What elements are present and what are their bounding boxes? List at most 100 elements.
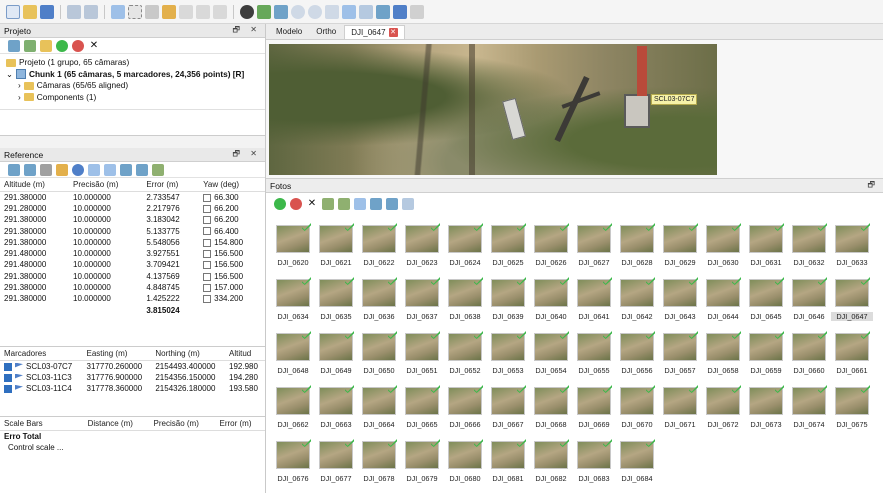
photo-thumbnail[interactable]: DJI_0662 [272, 383, 314, 437]
disable-icon[interactable] [72, 39, 84, 52]
photo-thumbnail[interactable]: DJI_0640 [530, 275, 572, 329]
build-model-icon[interactable] [274, 4, 288, 19]
photo-thumbnail[interactable]: DJI_0668 [530, 383, 572, 437]
photo-thumbnail[interactable]: DJI_0625 [487, 221, 529, 275]
photo-thumbnail[interactable]: DJI_0673 [745, 383, 787, 437]
checkbox[interactable] [203, 193, 212, 202]
grid-options-icon[interactable] [410, 4, 424, 19]
brush-icon[interactable] [162, 4, 176, 19]
photo-thumbnail[interactable]: DJI_0654 [530, 329, 572, 383]
tree-item-components[interactable]: › Components (1) [6, 92, 259, 104]
photo-thumbnail[interactable]: DJI_0672 [702, 383, 744, 437]
chevron-down-icon[interactable]: ⌄ [6, 69, 13, 81]
photo-thumbnail[interactable]: DJI_0681 [487, 437, 529, 491]
settings-icon[interactable] [152, 163, 164, 176]
photo-thumbnail[interactable]: DJI_0680 [444, 437, 486, 491]
photo-thumbnail[interactable]: DJI_0645 [745, 275, 787, 329]
photo-thumbnail[interactable]: DJI_0630 [702, 221, 744, 275]
zoom-out-icon[interactable] [308, 4, 322, 19]
column-header[interactable]: Altitude (m) [0, 178, 70, 192]
checkbox[interactable] [4, 362, 12, 371]
photo-thumbnail[interactable]: DJI_0649 [315, 329, 357, 383]
photo-thumbnail[interactable]: DJI_0637 [401, 275, 443, 329]
column-header[interactable]: Precisão (m) [149, 416, 216, 432]
photo-thumbnail[interactable]: DJI_0643 [659, 275, 701, 329]
column-header[interactable]: Easting (m) [82, 346, 152, 361]
photo-thumbnail[interactable]: DJI_0650 [358, 329, 400, 383]
photo-thumbnail[interactable]: DJI_0661 [831, 329, 873, 383]
column-header[interactable]: Yaw (deg) [199, 178, 265, 192]
photo-thumbnail[interactable]: DJI_0634 [272, 275, 314, 329]
photo-thumbnail[interactable]: DJI_0665 [401, 383, 443, 437]
column-header[interactable]: Error (m) [142, 178, 200, 192]
photo-thumbnail[interactable]: DJI_0684 [616, 437, 658, 491]
table-row[interactable]: 291.380000 10.000000 4.848745 157.000 [0, 282, 265, 293]
checkbox[interactable] [203, 238, 212, 247]
photo-thumbnail[interactable]: DJI_0627 [573, 221, 615, 275]
photo-thumbnail[interactable]: DJI_0679 [401, 437, 443, 491]
cut-icon[interactable] [213, 4, 227, 19]
display-dropdown-icon[interactable] [359, 4, 373, 19]
column-header[interactable]: Altitud [225, 346, 265, 361]
photo-thumbnail[interactable]: DJI_0642 [616, 275, 658, 329]
column-header[interactable]: Distance (m) [83, 416, 150, 432]
add-folder-icon[interactable] [40, 39, 52, 52]
view-mode-icon[interactable] [342, 4, 356, 19]
photo-thumbnail[interactable]: DJI_0638 [444, 275, 486, 329]
checkbox[interactable] [203, 250, 212, 259]
new-document-icon[interactable] [6, 4, 20, 19]
import-icon[interactable] [8, 163, 20, 176]
tab-ortho[interactable]: Ortho [310, 25, 342, 39]
photo-thumbnail[interactable]: DJI_0629 [659, 221, 701, 275]
panel-window-controls[interactable]: 🗗 [867, 179, 879, 193]
edit-pencil-icon[interactable] [56, 163, 68, 176]
photo-thumbnail[interactable]: DJI_0676 [272, 437, 314, 491]
photo-thumbnail[interactable]: DJI_0639 [487, 275, 529, 329]
photo-thumbnail[interactable]: DJI_0633 [831, 221, 873, 275]
photo-thumbnail[interactable]: DJI_0657 [659, 329, 701, 383]
table-row[interactable]: 291.480000 10.000000 3.709421 156.500 [0, 259, 265, 270]
table-row[interactable]: 291.380000 10.000000 1.425222 334.200 [0, 293, 265, 304]
zoom-in-icon[interactable] [291, 4, 305, 19]
chevron-right-icon[interactable]: › [18, 80, 21, 92]
table-row[interactable]: 291.380000 10.000000 5.548056 154.800 [0, 237, 265, 248]
select-pointer-icon[interactable] [111, 4, 125, 19]
photo-thumbnail[interactable]: DJI_0660 [788, 329, 830, 383]
chevron-right-icon[interactable]: › [18, 92, 21, 104]
table-row[interactable]: 291.380000 10.000000 2.733547 66.300 [0, 192, 265, 203]
photo-thumbnail[interactable]: DJI_0621 [315, 221, 357, 275]
convert-icon[interactable] [136, 163, 148, 176]
photo-thumbnail[interactable]: DJI_0646 [788, 275, 830, 329]
marker-flag-icon[interactable] [393, 4, 407, 19]
photo-thumbnail[interactable]: DJI_0623 [401, 221, 443, 275]
photo-thumbnail[interactable]: DJI_0678 [358, 437, 400, 491]
photo-thumbnail[interactable]: DJI_0656 [616, 329, 658, 383]
table-row[interactable]: 291.480000 10.000000 3.927551 156.500 [0, 248, 265, 259]
view-errors-icon[interactable] [104, 163, 116, 176]
checkbox[interactable] [4, 373, 12, 382]
refresh-icon[interactable] [72, 163, 84, 176]
column-header[interactable]: Marcadores [0, 346, 83, 361]
table-row[interactable]: SCL03-11C4 317778.360000 2154326.180000 193… [0, 383, 265, 394]
enable-icon[interactable] [274, 198, 286, 210]
photo-thumbnail[interactable]: DJI_0655 [573, 329, 615, 383]
photo-thumbnail[interactable]: DJI_0658 [702, 329, 744, 383]
photo-thumbnail[interactable]: DJI_0641 [573, 275, 615, 329]
navigate-icon[interactable] [145, 4, 159, 19]
photo-thumbnail[interactable]: DJI_0653 [487, 329, 529, 383]
photo-thumbnail[interactable]: DJI_0682 [530, 437, 572, 491]
table-row[interactable]: SCL03-11C3 317776.900000 2154356.150000 194… [0, 372, 265, 383]
close-icon[interactable]: ✕ [388, 28, 398, 37]
remove-icon[interactable]: ✕ [88, 40, 100, 52]
column-header[interactable]: Precisão (m) [69, 178, 143, 192]
align-cameras-icon[interactable] [257, 4, 271, 19]
tree-item-project[interactable]: Projeto (1 grupo, 65 câmaras) [6, 57, 259, 69]
checkbox[interactable] [203, 216, 212, 225]
table-row[interactable]: 291.380000 10.000000 4.137569 156.500 [0, 271, 265, 282]
shading-icon[interactable] [376, 4, 390, 19]
checkbox[interactable] [203, 283, 212, 292]
table-row[interactable]: 291.380000 10.000000 3.183042 66.200 [0, 214, 265, 225]
remove-icon[interactable]: ✕ [306, 198, 318, 210]
photo-thumbnail[interactable]: DJI_0652 [444, 329, 486, 383]
tab-dji-0647[interactable]: DJI_0647 ✕ [344, 25, 405, 39]
